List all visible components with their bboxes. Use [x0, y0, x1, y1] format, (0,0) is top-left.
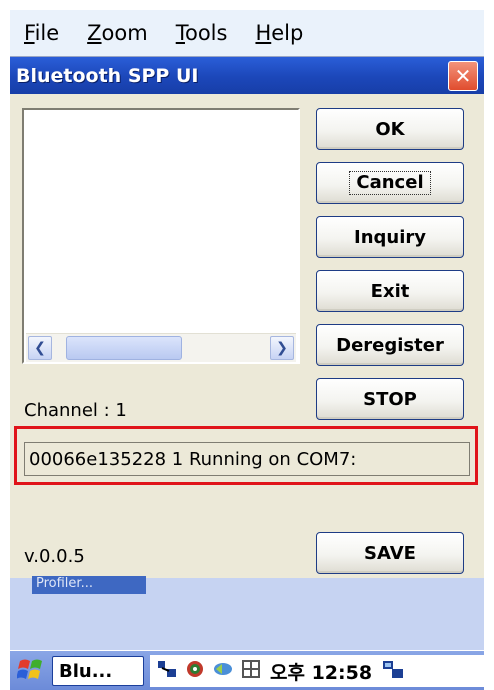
taskbar: Blu... 오후 12:58	[10, 650, 484, 690]
scroll-thumb[interactable]	[66, 336, 182, 360]
sync-icon[interactable]	[212, 659, 234, 684]
save-button[interactable]: SAVE	[316, 532, 464, 574]
deregister-button[interactable]: Deregister	[316, 324, 464, 366]
cancel-button[interactable]: Cancel	[316, 162, 464, 204]
stop-button[interactable]: STOP	[316, 378, 464, 420]
window-title: Bluetooth SPP UI	[16, 64, 199, 87]
scroll-right-icon[interactable]: ❯	[270, 336, 294, 360]
status-field: 00066e135228 1 Running on COM7:	[24, 442, 470, 476]
menu-tools[interactable]: Tools	[176, 21, 228, 45]
task-button-bluetooth[interactable]: Blu...	[52, 656, 144, 686]
underlying-window-label: Profiler...	[32, 576, 146, 594]
start-icon[interactable]	[16, 657, 46, 685]
cancel-label: Cancel	[349, 171, 431, 195]
bluetooth-icon[interactable]	[184, 659, 206, 684]
scroll-left-icon[interactable]: ❮	[28, 336, 52, 360]
ok-button[interactable]: OK	[316, 108, 464, 150]
clock[interactable]: 오후 12:58	[270, 658, 372, 685]
horizontal-scrollbar[interactable]: ❮ ❯	[26, 333, 296, 362]
network-icon[interactable]	[156, 659, 178, 684]
menu-zoom[interactable]: Zoom	[87, 21, 148, 45]
keyboard-icon[interactable]	[240, 659, 262, 684]
client-area: ❮ ❯ OK Cancel Inquiry Exit Deregister ST…	[10, 94, 484, 578]
inquiry-button[interactable]: Inquiry	[316, 216, 464, 258]
version-label: v.0.0.5	[24, 546, 85, 567]
menu-file[interactable]: File	[24, 21, 59, 45]
system-tray: 오후 12:58	[150, 655, 484, 687]
device-list[interactable]: ❮ ❯	[22, 108, 300, 364]
device-screen: File Zoom Tools Help Bluetooth SPP UI ✕ …	[10, 10, 484, 690]
close-icon[interactable]: ✕	[448, 61, 478, 91]
menu-help[interactable]: Help	[255, 21, 303, 45]
menu-bar: File Zoom Tools Help	[10, 10, 484, 57]
exit-button[interactable]: Exit	[316, 270, 464, 312]
title-bar: Bluetooth SPP UI ✕	[10, 57, 484, 94]
desktop-icon[interactable]	[382, 658, 404, 685]
channel-label: Channel : 1	[24, 400, 127, 421]
